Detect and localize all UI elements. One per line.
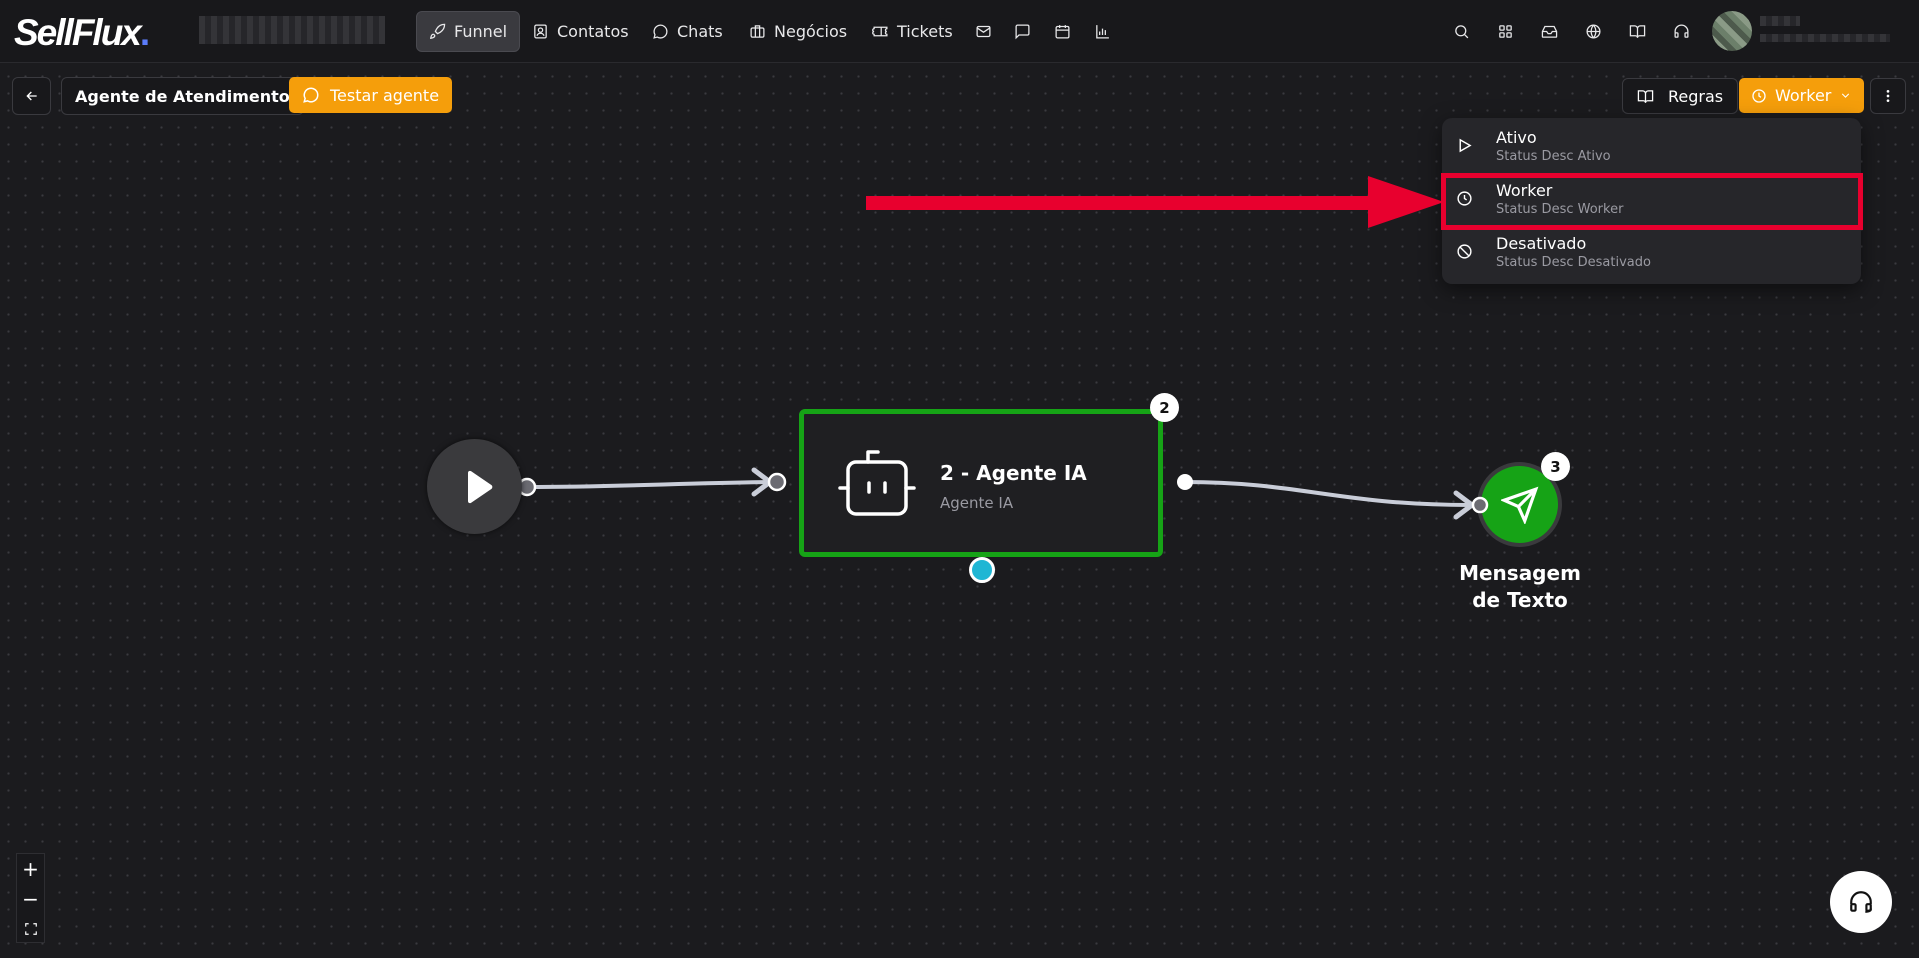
fit-view-button[interactable]: [17, 914, 44, 944]
agent-node-title: 2 - Agente IA: [940, 461, 1087, 485]
robot-icon: [838, 450, 916, 516]
message-node-label: Mensagem de Texto: [1440, 560, 1600, 614]
play-icon: [467, 470, 492, 503]
headset-icon: [1850, 891, 1872, 913]
help-chat-button[interactable]: [1830, 871, 1892, 933]
start-node[interactable]: [427, 439, 522, 534]
zoom-out-button[interactable]: −: [17, 884, 44, 914]
input-handle-agent: [767, 472, 787, 492]
agent-ia-node[interactable]: 2 - Agente IA Agente IA: [799, 409, 1163, 557]
zoom-controls: + −: [16, 853, 45, 943]
agent-node-badge: 2: [1150, 393, 1179, 422]
send-icon: [1500, 486, 1538, 524]
message-node-badge: 3: [1541, 452, 1570, 481]
message-label-line1: Mensagem: [1459, 561, 1581, 585]
message-label-line2: de Texto: [1472, 588, 1568, 612]
bottom-handle-agent[interactable]: [969, 557, 995, 583]
input-handle-message: [1471, 496, 1489, 514]
agent-node-subtitle: Agente IA: [940, 494, 1014, 512]
edge-start-to-agent: [526, 480, 771, 489]
edge-agent-to-message: [1184, 480, 1471, 507]
fullscreen-icon: [24, 923, 37, 935]
zoom-in-button[interactable]: +: [17, 854, 44, 884]
output-handle-agent: [1177, 474, 1193, 490]
